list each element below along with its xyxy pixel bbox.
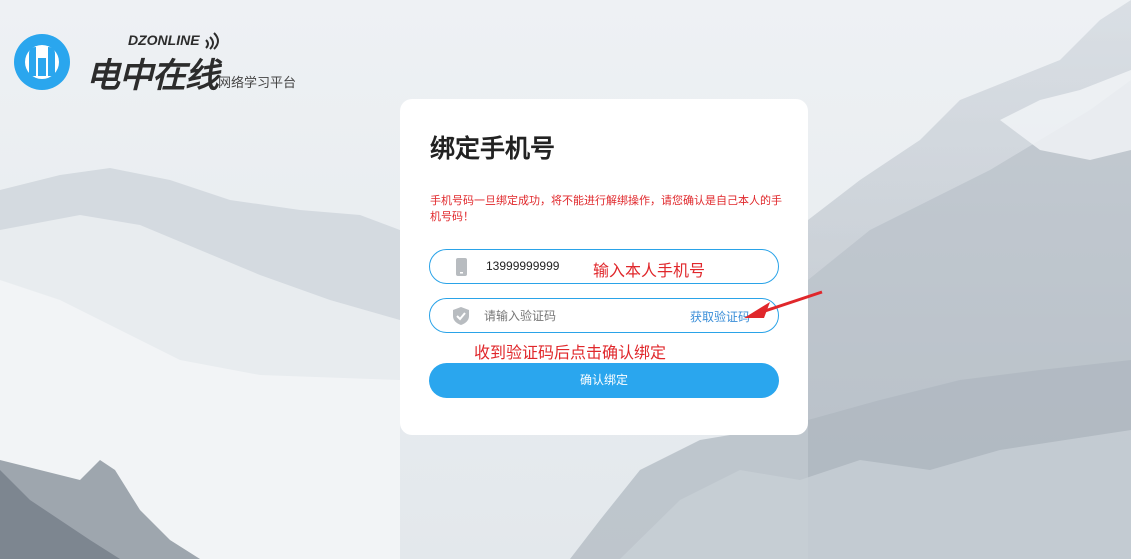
annotation-arrow-icon [744, 290, 823, 318]
logo-chinese-text: 电中在线 [86, 56, 219, 96]
confirm-bind-button[interactable]: 确认绑定 [429, 363, 779, 398]
phone-icon [456, 258, 467, 276]
annotation-code-note: 收到验证码后点击确认绑定 [474, 343, 667, 362]
logo-subtitle: 网络学习平台 [218, 76, 297, 91]
shield-icon [453, 307, 469, 325]
warning-text: 手机号码一旦绑定成功，将不能进行解绑操作，请您确认是自己本人的手机号码！ [430, 194, 782, 223]
annotation-phone-note: 输入本人手机号 [593, 261, 706, 280]
site-logo[interactable]: DZONLINE 电中在线 网络学习平台 [12, 30, 312, 100]
phone-value[interactable]: 13999999999 [486, 259, 559, 273]
page-title: 绑定手机号 [430, 134, 556, 163]
code-field[interactable]: 获取验证码 [429, 298, 779, 333]
logo-mark-icon [14, 34, 70, 90]
code-input[interactable] [484, 306, 664, 326]
logo-english-text: DZONLINE [128, 32, 200, 48]
